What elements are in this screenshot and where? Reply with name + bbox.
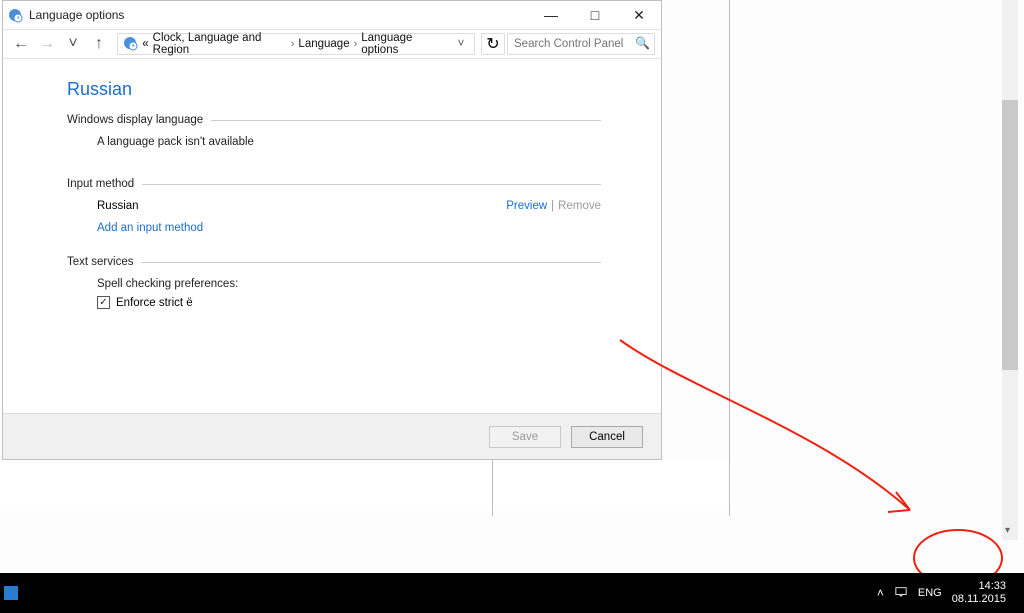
save-button: Save [489, 426, 561, 448]
chevron-right-icon: › [354, 38, 358, 50]
window-title: Language options [29, 8, 529, 22]
checkbox-label: Enforce strict ё [116, 297, 193, 309]
section-header-label: Windows display language [67, 114, 203, 126]
tray-action-center-icon[interactable] [894, 586, 908, 601]
section-header-label: Text services [67, 256, 133, 268]
footer: Save Cancel [3, 413, 661, 459]
page-scrollbar[interactable]: ▾ [1002, 0, 1018, 540]
taskbar-app-icon[interactable] [4, 586, 18, 600]
add-input-method-link[interactable]: Add an input method [97, 222, 203, 234]
checkbox-checked-icon[interactable]: ✓ [97, 296, 110, 309]
tray-time: 14:33 [952, 580, 1006, 593]
breadcrumb-item[interactable]: Language options [361, 32, 444, 56]
language-options-window: Language options — □ ✕ ← → ˅ ↑ « Clock, … [2, 0, 662, 460]
separator: | [551, 200, 554, 212]
globe-clock-icon [7, 7, 23, 23]
section-header-label: Input method [67, 178, 134, 190]
search-icon: 🔍 [635, 36, 650, 50]
remove-link: Remove [558, 200, 601, 212]
back-button[interactable]: ← [9, 32, 33, 56]
scroll-down-icon[interactable]: ▾ [1005, 525, 1010, 536]
breadcrumb-item[interactable]: Language [298, 38, 349, 50]
breadcrumb-prefix-icon: « [142, 38, 148, 50]
tray-date: 08.11.2015 [952, 593, 1006, 606]
divider [729, 0, 730, 516]
cancel-button[interactable]: Cancel [571, 426, 643, 448]
chevron-right-icon: › [291, 38, 295, 50]
display-language-message: A language pack isn't available [97, 136, 601, 148]
input-method-name: Russian [97, 200, 506, 212]
search-wrap: 🔍 [507, 33, 655, 55]
preview-link[interactable]: Preview [506, 200, 547, 212]
tray-chevron-up-icon[interactable]: ˄ [877, 586, 884, 600]
maximize-button[interactable]: □ [573, 1, 617, 29]
section-text-services: Text services [67, 256, 601, 268]
breadcrumb-item[interactable]: Clock, Language and Region [153, 32, 287, 56]
tray-clock[interactable]: 14:33 08.11.2015 [952, 580, 1006, 606]
refresh-button[interactable]: ↻ [481, 33, 505, 55]
minimize-button[interactable]: — [529, 1, 573, 29]
spell-checking-label: Spell checking preferences: [97, 278, 601, 290]
input-method-row: Russian Preview | Remove [97, 200, 601, 212]
section-display-language: Windows display language [67, 114, 601, 126]
search-input[interactable] [507, 33, 655, 55]
toolbar: ← → ˅ ↑ « Clock, Language and Region › L… [3, 29, 661, 59]
content-area: Russian Windows display language A langu… [3, 59, 661, 413]
address-dropdown-button[interactable]: ˅ [452, 38, 470, 50]
scroll-thumb[interactable] [1002, 100, 1018, 370]
tray-language-indicator[interactable]: ENG [918, 587, 942, 599]
enforce-strict-row[interactable]: ✓ Enforce strict ё [97, 296, 601, 309]
section-input-method: Input method [67, 178, 601, 190]
background-panel [0, 460, 730, 510]
up-button[interactable]: ↑ [87, 32, 111, 56]
language-title: Russian [67, 79, 601, 100]
recent-locations-button[interactable]: ˅ [61, 32, 85, 56]
taskbar[interactable]: ˄ ENG 14:33 08.11.2015 [0, 573, 1024, 613]
breadcrumb[interactable]: « Clock, Language and Region › Language … [117, 33, 475, 55]
forward-button[interactable]: → [35, 32, 59, 56]
globe-clock-icon [122, 35, 138, 53]
titlebar[interactable]: Language options — □ ✕ [3, 1, 661, 29]
close-button[interactable]: ✕ [617, 1, 661, 29]
divider [492, 460, 493, 516]
